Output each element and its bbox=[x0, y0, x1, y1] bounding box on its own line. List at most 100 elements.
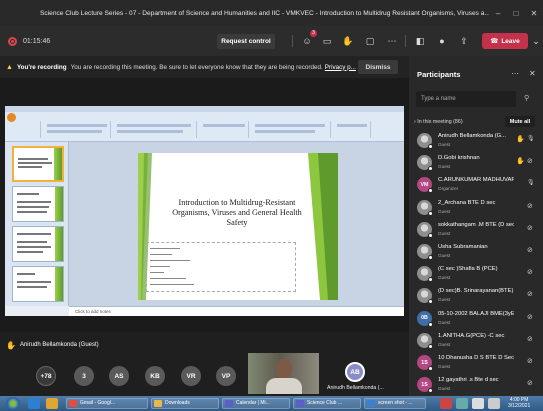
taskbar-label: Science Club ... bbox=[307, 400, 343, 406]
volume-icon[interactable] bbox=[488, 398, 500, 409]
more-options-icon[interactable]: ⋯ bbox=[511, 69, 519, 78]
leave-label: Leave bbox=[501, 37, 520, 45]
participant-role: Guest bbox=[438, 253, 451, 258]
microphone-muted-icon[interactable]: ⊘ bbox=[527, 268, 533, 276]
minimize-button[interactable]: – bbox=[489, 9, 507, 18]
mute-all-button[interactable]: Mute all bbox=[505, 116, 535, 127]
person-body bbox=[266, 378, 302, 394]
participants-icon[interactable]: ☺ bbox=[301, 35, 313, 47]
participant-row[interactable]: 1S 10 Dhanusha D S BTE D Sec Guest ⊘ bbox=[414, 352, 540, 374]
participant-row[interactable]: 2_Archana BTE D sec Guest ⊘ bbox=[414, 197, 540, 219]
taskbar-item-gmail[interactable]: Gmail - Googl... bbox=[66, 398, 148, 409]
taskbar-item-calendar[interactable]: Calendar | Mi... bbox=[222, 398, 290, 409]
ie-icon[interactable] bbox=[28, 398, 40, 409]
participant-role: Guest bbox=[438, 319, 451, 325]
main-speaker-avatar[interactable]: AB bbox=[345, 362, 365, 382]
microphone-muted-icon[interactable]: ⊘ bbox=[527, 335, 533, 343]
participant-role: Guest bbox=[438, 297, 451, 303]
slide-thumbnail[interactable] bbox=[12, 186, 64, 222]
chevron-down-icon[interactable]: ⌄ bbox=[530, 35, 542, 47]
microphone-icon[interactable]: 🎙 bbox=[527, 179, 535, 186]
dismiss-button[interactable]: Dismiss bbox=[358, 60, 398, 74]
ribbon-group bbox=[19, 121, 41, 138]
taskbar-item-screenshot[interactable]: screen shot - ... bbox=[364, 398, 426, 409]
participant-row[interactable]: 0B05-10-2002 BALAJI BME(3yEARGuest⊘ bbox=[414, 308, 540, 330]
raise-hand-icon[interactable]: ✋ bbox=[342, 35, 354, 47]
participant-video-feed[interactable] bbox=[248, 353, 319, 394]
participant-row[interactable]: (C sec )Shafia B (PCE) Guest ⊘ bbox=[414, 263, 540, 285]
microphone-icon[interactable]: 🎙 bbox=[527, 135, 535, 142]
presence-status-icon bbox=[428, 255, 433, 260]
main-speaker-name: Anirudh Bellamkonda (... bbox=[327, 385, 384, 391]
chat-icon[interactable]: ▭ bbox=[321, 35, 333, 47]
start-button-icon[interactable] bbox=[6, 397, 20, 410]
slide-thumbnail[interactable] bbox=[12, 266, 64, 302]
close-button[interactable]: ✕ bbox=[525, 9, 543, 18]
privacy-policy-link[interactable]: Privacy p... bbox=[325, 64, 356, 71]
participant-avatar[interactable]: VR bbox=[181, 366, 201, 386]
participant-role: Guest bbox=[438, 208, 451, 214]
participant-name: 2_Archana BTE D sec bbox=[438, 199, 496, 206]
participant-name: D.Gobi krishnan bbox=[438, 155, 480, 162]
presence-status-icon bbox=[428, 366, 433, 371]
slide-title: Introduction to Multidrug-Resistant Orga… bbox=[172, 198, 302, 227]
meeting-toolbar: 01:15:46 Request control ☺ 3 ▭ ✋ ▢ ⋯ ◧ ●… bbox=[0, 26, 543, 56]
close-panel-icon[interactable]: ✕ bbox=[529, 69, 536, 78]
participant-row[interactable]: VMC.ARUNKUMAR MADHUVAPP...Organizer🎙 bbox=[414, 174, 540, 196]
taskbar-clock[interactable]: 4:00 PM 3/12/2021 bbox=[508, 397, 530, 409]
participant-search-input[interactable]: Type a name bbox=[416, 91, 516, 107]
microphone-muted-icon[interactable]: ⊘ bbox=[527, 224, 533, 232]
ribbon-controls bbox=[255, 124, 325, 127]
in-meeting-label: In this meeting (86) bbox=[417, 119, 463, 125]
share-screen-icon[interactable]: ⇪ bbox=[458, 35, 470, 47]
recording-icon bbox=[8, 36, 17, 46]
in-meeting-header[interactable]: › In this meeting (86) bbox=[414, 119, 463, 125]
participant-avatar[interactable]: KB bbox=[145, 366, 165, 386]
participant-role: Guest bbox=[438, 142, 451, 147]
participant-row[interactable]: (D sec)B. Srinarayanan(BTE) Guest ⊘ bbox=[414, 285, 540, 307]
request-control-button[interactable]: Request control bbox=[217, 34, 275, 49]
maximize-button[interactable]: □ bbox=[507, 9, 525, 18]
taskbar-item-downloads[interactable]: Downloads bbox=[151, 398, 219, 409]
hang-up-icon: ☎ bbox=[490, 38, 499, 45]
network-icon[interactable] bbox=[472, 398, 484, 409]
microphone-muted-icon[interactable]: ⊘ bbox=[527, 246, 533, 254]
presence-status-icon bbox=[428, 144, 433, 149]
participant-avatar[interactable]: VP bbox=[216, 366, 236, 386]
microphone-muted-icon[interactable]: ⊘ bbox=[527, 157, 533, 165]
rooms-icon[interactable]: ▢ bbox=[364, 35, 376, 47]
participant-row[interactable]: sokkathangam .M BTE (D sec ) Guest ⊘ bbox=[414, 219, 540, 241]
participant-row[interactable]: Anirudh Bellamkonda (G... Guest ✋ 🎙 bbox=[414, 130, 540, 152]
camera-off-icon[interactable]: ◧ bbox=[414, 35, 426, 47]
participant-row[interactable]: 1.ANITHA.G(PCE) -C sec Guest ⊘ bbox=[414, 330, 540, 352]
taskbar-item-science-club[interactable]: Science Club ... bbox=[293, 398, 361, 409]
share-invite-icon[interactable]: ⚲ bbox=[524, 94, 529, 102]
more-participants-avatar[interactable]: +78 bbox=[36, 366, 56, 386]
participant-row[interactable]: D.Gobi krishnan Guest ✋ ⊘ bbox=[414, 152, 540, 174]
microphone-muted-icon[interactable]: ⊘ bbox=[527, 379, 533, 387]
ribbon-controls bbox=[337, 124, 367, 127]
participant-avatar[interactable]: AS bbox=[109, 366, 129, 386]
panel-title: Participants bbox=[417, 70, 461, 79]
microphone-muted-icon[interactable]: ⊘ bbox=[527, 313, 533, 321]
presence-status-icon bbox=[428, 321, 433, 327]
microphone-muted-icon[interactable]: ⊘ bbox=[527, 357, 533, 365]
microphone-muted-icon[interactable]: ⊘ bbox=[527, 202, 533, 210]
leave-button[interactable]: ☎ Leave bbox=[482, 33, 528, 49]
tray-icon[interactable] bbox=[456, 398, 468, 409]
taskbar-label: Downloads bbox=[165, 400, 190, 406]
slide-notes: Click to add notes bbox=[69, 306, 404, 316]
explorer-icon[interactable] bbox=[46, 398, 58, 409]
slide-thumbnail[interactable] bbox=[12, 226, 64, 262]
participant-row[interactable]: 1S 12 gayathri .s Bte d sec Guest ⊘ bbox=[414, 374, 540, 396]
more-actions-icon[interactable]: ⋯ bbox=[386, 35, 398, 47]
microphone-muted-icon[interactable]: ⊘ bbox=[527, 290, 533, 298]
tray-icon[interactable] bbox=[440, 398, 452, 409]
microphone-icon[interactable]: ● bbox=[436, 35, 448, 47]
participant-row[interactable]: Usha Subramanian Guest ⊘ bbox=[414, 241, 540, 263]
participant-avatar[interactable]: 3 bbox=[74, 366, 94, 386]
ribbon-controls bbox=[47, 124, 107, 127]
shared-screen-stage: Introduction to Multidrug-Resistant Orga… bbox=[0, 78, 409, 332]
slide-thumbnail[interactable] bbox=[12, 146, 64, 182]
toolbar-divider bbox=[292, 35, 293, 47]
